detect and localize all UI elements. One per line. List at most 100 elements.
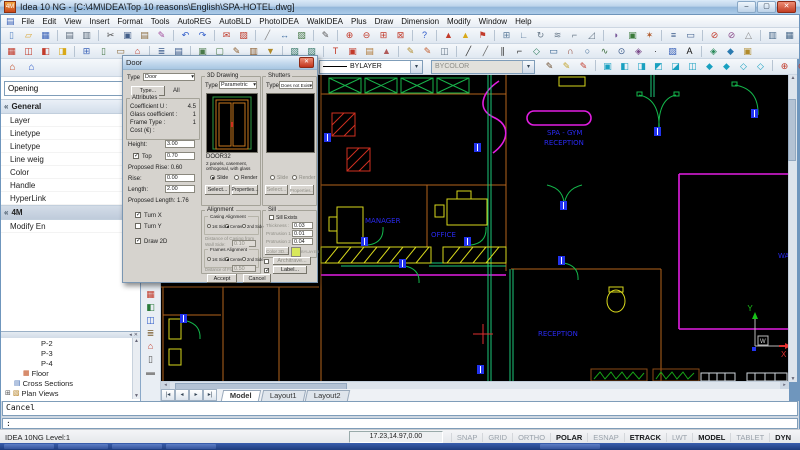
draft-pencil-icon[interactable]: ✎	[541, 60, 558, 73]
status-toggle-dyn[interactable]: DYN	[769, 433, 796, 442]
architrave-button[interactable]: Architrave...	[273, 257, 311, 265]
panel-section-4m[interactable]: «4M	[1, 205, 140, 220]
status-toggle-ortho[interactable]: ORTHO	[512, 433, 550, 442]
match-properties-icon[interactable]: ✎	[153, 29, 170, 42]
taskbar-button[interactable]	[112, 444, 162, 449]
turn-x-checkbox[interactable]	[135, 212, 141, 218]
command-history[interactable]: Cancel	[2, 401, 798, 416]
point-icon[interactable]: ·	[647, 45, 664, 58]
bld-stairs-icon[interactable]: ≣	[143, 327, 159, 340]
drawing3d-type-combo[interactable]: Parametric ▾	[219, 81, 257, 89]
minimize-button[interactable]: –	[737, 1, 756, 13]
chevron-down-icon[interactable]: ▾	[310, 82, 312, 89]
close-icon[interactable]: ✕	[299, 57, 314, 68]
offset-tool-icon[interactable]: ≋	[549, 29, 566, 42]
frames-1st-radio[interactable]	[207, 257, 211, 261]
field-icon[interactable]: ▨	[235, 29, 252, 42]
menu-insert[interactable]: Insert	[85, 17, 113, 26]
no-print-icon[interactable]: ⊘	[723, 29, 740, 42]
bld-window-icon[interactable]: ◫	[143, 314, 159, 327]
tab-nav-icon-2[interactable]: ▸	[189, 389, 203, 401]
chamfer-tool-icon[interactable]: ◿	[583, 29, 600, 42]
taskbar-button[interactable]	[4, 444, 54, 449]
new-icon[interactable]: ▯	[3, 29, 20, 42]
color-3d-button[interactable]: Color 3D...	[265, 247, 289, 255]
taskbar-button[interactable]	[540, 444, 600, 449]
rotate-tool-icon[interactable]: ↻	[532, 29, 549, 42]
select-button[interactable]: Select...	[205, 185, 230, 195]
sill-color-swatch[interactable]	[291, 247, 301, 257]
view-iso-ne-icon[interactable]: ◇	[735, 60, 752, 73]
menu-plus[interactable]: Plus	[347, 17, 371, 26]
table-tool-icon[interactable]: ▥	[764, 29, 781, 42]
cut-icon[interactable]: ✂	[102, 29, 119, 42]
frames-center-radio[interactable]	[225, 257, 229, 261]
view-back-icon[interactable]: ◪	[667, 60, 684, 73]
door-type-combo[interactable]: Door ▾	[143, 73, 195, 81]
flag-icon[interactable]: ⚑	[474, 29, 491, 42]
export-tool-icon[interactable]: ▲	[378, 45, 395, 58]
dimension-quick-icon[interactable]: ↔	[276, 29, 293, 42]
menu-autoreg[interactable]: AutoREG	[173, 17, 215, 26]
menu-view[interactable]: View	[60, 17, 85, 26]
save-icon[interactable]: ▦	[37, 29, 54, 42]
corner-tool-icon[interactable]: ⌐	[566, 29, 583, 42]
chevron-down-icon[interactable]: ▾	[191, 74, 194, 81]
bld-column-icon[interactable]: ▯	[143, 353, 159, 366]
grid-settings-icon[interactable]: ⊞	[498, 29, 515, 42]
height-field[interactable]: 3.00	[165, 140, 195, 148]
construction-line-icon[interactable]: ╱	[477, 45, 494, 58]
drawing-document-icon[interactable]: ▤	[3, 16, 18, 27]
title-bar[interactable]: 4M Idea 10 NG - [C:\4M\IDEA\Top 10 reaso…	[0, 0, 800, 15]
tree-item-plan-views[interactable]: ⊞▧Plan Views	[1, 388, 140, 398]
zoom-previous-icon[interactable]: ⊖	[793, 60, 800, 73]
shutters-render-radio[interactable]	[292, 175, 297, 180]
dist-frames-field[interactable]: 0.50	[232, 265, 256, 272]
status-toggle-polar[interactable]: POLAR	[550, 433, 587, 442]
panel-item-linetype[interactable]: Linetype	[1, 140, 140, 153]
view-front-icon[interactable]: ◩	[650, 60, 667, 73]
color-combo[interactable]: BYCOLOR ▾	[431, 60, 535, 74]
menu-tools[interactable]: Tools	[147, 17, 174, 26]
block-tool-icon[interactable]: ▦	[781, 29, 798, 42]
help-icon[interactable]: ?	[416, 29, 433, 42]
zoom-extents-icon[interactable]: ⊠	[392, 29, 409, 42]
menu-photoidea[interactable]: PhotoIDEA	[255, 17, 303, 26]
print-preview-icon[interactable]: ▥	[78, 29, 95, 42]
label-button[interactable]: Label...	[273, 266, 307, 274]
render-radio[interactable]	[234, 175, 239, 180]
protrusion2-field[interactable]: 0.04	[292, 238, 313, 245]
tab-layout2[interactable]: Layout2	[305, 390, 350, 401]
mail-icon[interactable]: ✉	[218, 29, 235, 42]
status-toggle-etrack[interactable]: ETRACK	[624, 433, 666, 442]
redo-icon[interactable]: ↷	[194, 29, 211, 42]
shutters-properties-button[interactable]: Properties...	[290, 185, 314, 195]
zoom-out-icon[interactable]: ⊖	[358, 29, 375, 42]
shutters-type-combo[interactable]: Does not Exist ▾	[279, 81, 313, 89]
length-field[interactable]: 2.00	[165, 185, 195, 193]
slab-tool-icon[interactable]: ⊞	[78, 45, 95, 58]
rectangle-icon[interactable]: ▭	[545, 45, 562, 58]
architrave-checkbox[interactable]	[264, 259, 269, 264]
panel-item-color[interactable]: Color	[1, 166, 140, 179]
tree-item-p-4[interactable]: P-4	[1, 358, 140, 368]
menu-dimension[interactable]: Dimension	[397, 17, 443, 26]
clipboard-tool-icon[interactable]: ▤	[361, 45, 378, 58]
scroll-right-icon[interactable]: ▸	[780, 382, 789, 389]
entity-type-combo[interactable]: Opening ▾	[4, 81, 137, 96]
chevron-down-icon[interactable]: ▾	[410, 61, 422, 73]
cancel-button[interactable]: Cancel	[243, 274, 271, 283]
expand-icon[interactable]: ⊞	[5, 389, 11, 397]
panel-item-handle[interactable]: Handle	[1, 179, 140, 192]
no-plot-icon[interactable]: ⊘	[706, 29, 723, 42]
window-tool-icon[interactable]: ◨	[54, 45, 71, 58]
tree-item-cross-sections[interactable]: ▤Cross Sections	[1, 378, 140, 388]
menu-walkidea[interactable]: WalkIDEA	[303, 17, 347, 26]
tab-nav-icon-0[interactable]: |◂	[161, 389, 175, 401]
column-tool-icon[interactable]: ▯	[95, 45, 112, 58]
properties-button[interactable]: Properties...	[232, 185, 258, 195]
lights-icon[interactable]: ▣	[739, 45, 756, 58]
status-toggle-grid[interactable]: GRID	[482, 433, 512, 442]
polyline-icon[interactable]: ⌐	[511, 45, 528, 58]
opening-tool-icon[interactable]: ◫	[20, 45, 37, 58]
